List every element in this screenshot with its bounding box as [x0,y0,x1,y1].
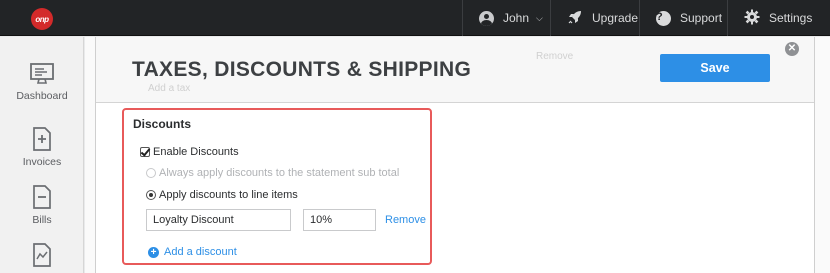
user-avatar-icon [479,10,494,26]
support-label: Support [680,11,723,25]
enable-discounts-checkbox[interactable] [140,147,150,157]
upgrade-label: Upgrade [592,11,639,25]
support-link[interactable]: ? Support [639,0,727,36]
sidebar-item-label: Invoices [22,156,62,168]
upgrade-link[interactable]: Upgrade [550,0,639,36]
ghost-remove-link: Remove [536,51,574,62]
line-items-option-label[interactable]: Apply discounts to line items [159,189,298,201]
discount-rate-input[interactable]: 10% [303,209,376,231]
user-name: John [503,11,530,25]
add-discount-label: Add a discount [164,246,237,258]
sidebar-item-dashboard[interactable]: Dashboard [0,63,84,102]
remove-discount-link[interactable]: Remove [385,214,426,226]
discounts-section: Discounts Enable Discounts Always apply … [122,108,432,265]
gear-icon [744,9,760,28]
modal-header: Remove Add a tax TAXES, DISCOUNTS & SHIP… [96,37,814,103]
line-items-radio[interactable] [146,190,156,200]
save-button[interactable]: Save [660,54,770,82]
report-chart-icon [33,243,51,267]
subtotal-option-label[interactable]: Always apply discounts to the statement … [159,167,399,179]
subtotal-radio[interactable] [146,168,156,178]
logo-text: onp [35,14,49,24]
sidebar-item-invoices[interactable]: Invoices [0,127,84,168]
user-menu[interactable]: John ⌵ [462,0,550,36]
discount-name-input[interactable]: Loyalty Discount [146,209,291,231]
enable-discounts-label[interactable]: Enable Discounts [153,146,239,158]
top-bar: onp John ⌵ Upgrade ? Support Settings [0,0,830,36]
ghost-add-tax-link: Add a tax [148,83,191,94]
add-discount-link[interactable]: + Add a discount [148,246,237,258]
bill-minus-icon [33,185,51,209]
settings-label: Settings [769,11,813,25]
enable-discounts-row: Enable Discounts [140,146,239,158]
subtotal-option-row: Always apply discounts to the statement … [146,167,399,179]
discounts-section-title: Discounts [133,117,192,131]
rocket-icon [567,9,583,28]
sidebar-item-label: Bills [32,214,52,226]
invoice-plus-icon [33,127,51,151]
page-title: TAXES, DISCOUNTS & SHIPPING [132,58,472,81]
sidebar-item-reports[interactable] [0,243,84,272]
close-icon[interactable]: ✕ [785,42,799,56]
line-items-option-row: Apply discounts to line items [146,189,298,201]
sidebar: Dashboard Invoices Bills [0,37,84,273]
sidebar-item-label: Dashboard [16,90,68,102]
monitor-icon [30,63,54,84]
help-icon: ? [656,10,671,26]
plus-circle-icon: + [148,246,159,258]
app-logo[interactable]: onp [31,8,53,30]
settings-link[interactable]: Settings [727,0,830,36]
chevron-down-icon: ⌵ [536,12,543,23]
sidebar-item-bills[interactable]: Bills [0,185,84,226]
